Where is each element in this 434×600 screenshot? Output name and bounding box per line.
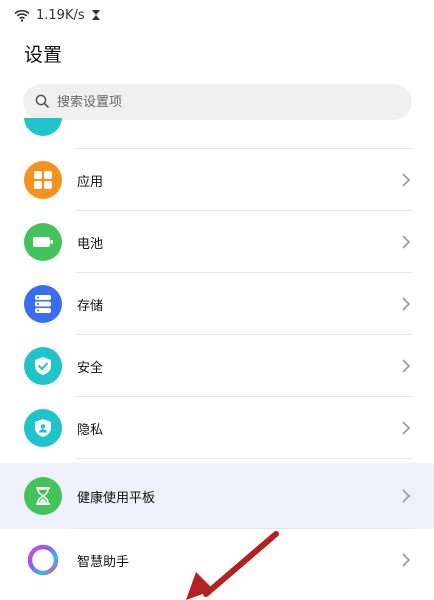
- chevron-right-icon: [400, 172, 412, 188]
- battery-icon: [24, 223, 62, 261]
- chevron-right-icon: [400, 234, 412, 250]
- chevron-right-icon: [400, 488, 412, 504]
- settings-item-label: 安全: [77, 360, 104, 376]
- chevron-right-icon: [400, 552, 412, 568]
- settings-item-digital-balance[interactable]: 健康使用平板: [0, 463, 434, 529]
- apps-grid-icon: [24, 161, 62, 199]
- settings-item-apps[interactable]: 应用: [0, 149, 434, 211]
- settings-item-privacy[interactable]: 隐私: [0, 397, 434, 459]
- partial-item-icon: [24, 118, 62, 136]
- hourglass-status-icon: [91, 9, 101, 21]
- settings-item-security[interactable]: 安全: [0, 335, 434, 397]
- settings-item-label: 隐私: [77, 422, 104, 438]
- chevron-right-icon: [400, 358, 412, 374]
- chevron-right-icon: [400, 420, 412, 436]
- page-title: 设置: [24, 44, 63, 66]
- settings-list[interactable]: 应用 电池 存储 安全 隐私 健康使用平板 智慧助手: [0, 118, 434, 600]
- settings-item-label: 智慧助手: [77, 554, 130, 570]
- settings-item-label: 存储: [77, 298, 104, 314]
- storage-icon: [24, 285, 62, 323]
- network-speed: 1.19K/s: [36, 7, 85, 23]
- settings-item-smart-assistant[interactable]: 智慧助手: [0, 529, 434, 591]
- search-input[interactable]: [57, 94, 357, 110]
- privacy-shield-icon: [24, 409, 62, 447]
- assistant-ring-icon: [24, 541, 62, 579]
- settings-item-label: 应用: [77, 174, 104, 190]
- settings-item-label: 健康使用平板: [77, 490, 156, 506]
- shield-check-icon: [24, 347, 62, 385]
- settings-item-label: 电池: [77, 236, 104, 252]
- wifi-icon: [14, 9, 30, 22]
- settings-item-battery[interactable]: 电池: [0, 211, 434, 273]
- settings-item-storage[interactable]: 存储: [0, 273, 434, 335]
- search-bar[interactable]: [23, 84, 412, 120]
- status-bar: 1.19K/s: [14, 5, 101, 25]
- search-icon: [35, 93, 49, 112]
- divider: [76, 458, 412, 459]
- chevron-right-icon: [400, 296, 412, 312]
- hourglass-icon: [24, 477, 62, 515]
